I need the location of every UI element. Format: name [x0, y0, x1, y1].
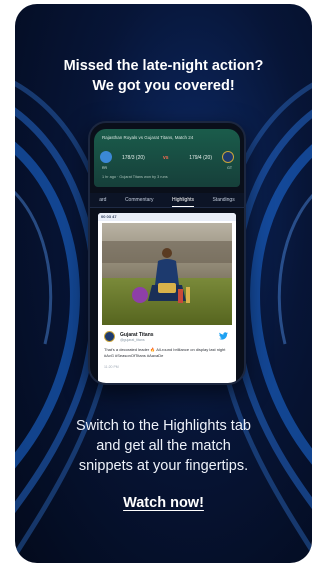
headline: Missed the late-night action? We got you…: [15, 56, 312, 96]
team2-logo-icon: [222, 151, 234, 163]
body-line-1: Switch to the Highlights tab: [76, 418, 251, 434]
promo-card: Missed the late-night action? We got you…: [15, 4, 312, 563]
team2-score: 179/4 (20): [189, 155, 212, 161]
tweet-header: Gujarat Titans @gujarat_titans: [102, 329, 232, 345]
tab-commentary[interactable]: Commentary: [125, 197, 154, 203]
body-line-2: and get all the match: [96, 438, 231, 454]
match-tabs: ard Commentary Highlights Standings: [90, 193, 244, 208]
headline-line-2: We got you covered!: [92, 78, 235, 94]
headline-line-1: Missed the late-night action?: [63, 58, 264, 74]
team1-abbr: RR: [102, 166, 108, 170]
twitter-bird-icon: [219, 332, 228, 340]
team2-abbr: GT: [227, 166, 232, 170]
team1-score: 178/3 (20): [122, 155, 145, 161]
team1-logo-icon: [100, 151, 112, 163]
match-result: 1 hr ago · Gujarat Titans won by 3 runs: [102, 175, 168, 179]
tweet-text: That's a decorated leader 🔥 All-round br…: [104, 347, 226, 358]
body-text: Switch to the Highlights tab and get all…: [15, 416, 312, 476]
match-title: Rajasthan Royals vs Gujarat Titans, Matc…: [102, 135, 194, 140]
watch-now-link[interactable]: Watch now!: [15, 495, 312, 511]
avatar: [104, 331, 115, 342]
highlight-photo[interactable]: [102, 223, 232, 325]
highlight-time: 00 03 47: [101, 214, 117, 219]
highlight-card[interactable]: 00 03 47 Gujarat Titans @gujarat_titans …: [98, 213, 236, 383]
tweet-handle: @gujarat_titans: [120, 338, 145, 342]
body-line-3: snippets at your fingertips.: [78, 458, 249, 474]
vs-label: vs: [163, 155, 169, 161]
team-row: RR 178/3 (20) vs 179/4 (20) GT: [100, 151, 234, 170]
highlight-time-bar: 00 03 47: [98, 213, 236, 221]
tab-highlights[interactable]: Highlights: [172, 197, 194, 207]
tab-scorecard[interactable]: ard: [99, 197, 106, 203]
score-card: Rajasthan Royals vs Gujarat Titans, Matc…: [94, 129, 240, 187]
phone-mockup: Rajasthan Royals vs Gujarat Titans, Matc…: [88, 121, 246, 385]
tab-standings[interactable]: Standings: [212, 197, 234, 203]
tweet-time: 11:20 PM: [104, 365, 119, 369]
